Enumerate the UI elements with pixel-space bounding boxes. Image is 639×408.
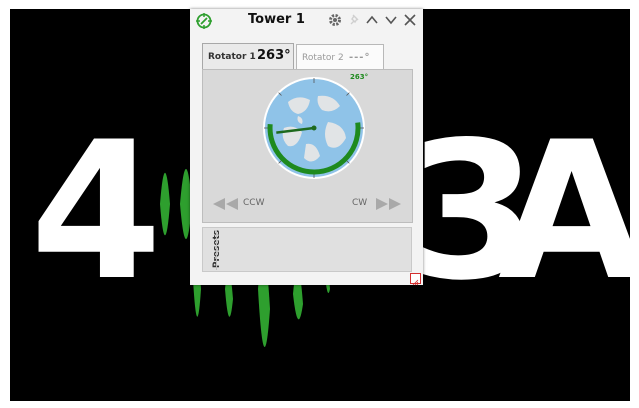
tab-rotator-1[interactable]: Rotator 1 263° xyxy=(202,43,294,70)
title-bar[interactable]: Tower 1 xyxy=(190,9,423,33)
call-sign-4: 4 xyxy=(30,101,162,322)
tab-rotator-2-label: Rotator 2 xyxy=(302,53,344,63)
presets-panel[interactable]: Presets xyxy=(202,227,412,272)
chevron-up-icon[interactable] xyxy=(363,11,381,29)
rotate-cw-button[interactable] xyxy=(375,196,403,212)
window-title: Tower 1 xyxy=(248,12,305,27)
heading-readout: 263° xyxy=(350,73,368,81)
rotator-panel: 263° CCW CW xyxy=(202,69,413,223)
presets-label: Presets xyxy=(212,229,222,269)
pin-icon[interactable] xyxy=(346,11,364,29)
resize-grip-button[interactable] xyxy=(410,273,421,286)
rotator-window: Tower 1 Rotator 1 263° Rotator 2 ---° 26… xyxy=(190,9,423,286)
gear-icon[interactable] xyxy=(326,11,344,29)
rotate-ccw-button[interactable] xyxy=(211,196,239,212)
presets-divider xyxy=(216,230,217,270)
chevron-down-icon[interactable] xyxy=(382,11,400,29)
resize-icon xyxy=(412,279,419,286)
call-sign-a: A xyxy=(498,101,630,322)
tab-rotator-1-heading: 263° xyxy=(257,48,291,63)
compass-dial[interactable]: 263° xyxy=(258,72,370,184)
tab-rotator-2[interactable]: Rotator 2 ---° xyxy=(296,44,384,69)
tab-rotator-2-heading: ---° xyxy=(349,52,371,63)
tab-rotator-1-label: Rotator 1 xyxy=(208,52,256,62)
ccw-label: CCW xyxy=(243,198,265,208)
rotator-logo-icon xyxy=(196,13,212,29)
close-icon[interactable] xyxy=(401,11,419,29)
cw-label: CW xyxy=(352,198,368,208)
